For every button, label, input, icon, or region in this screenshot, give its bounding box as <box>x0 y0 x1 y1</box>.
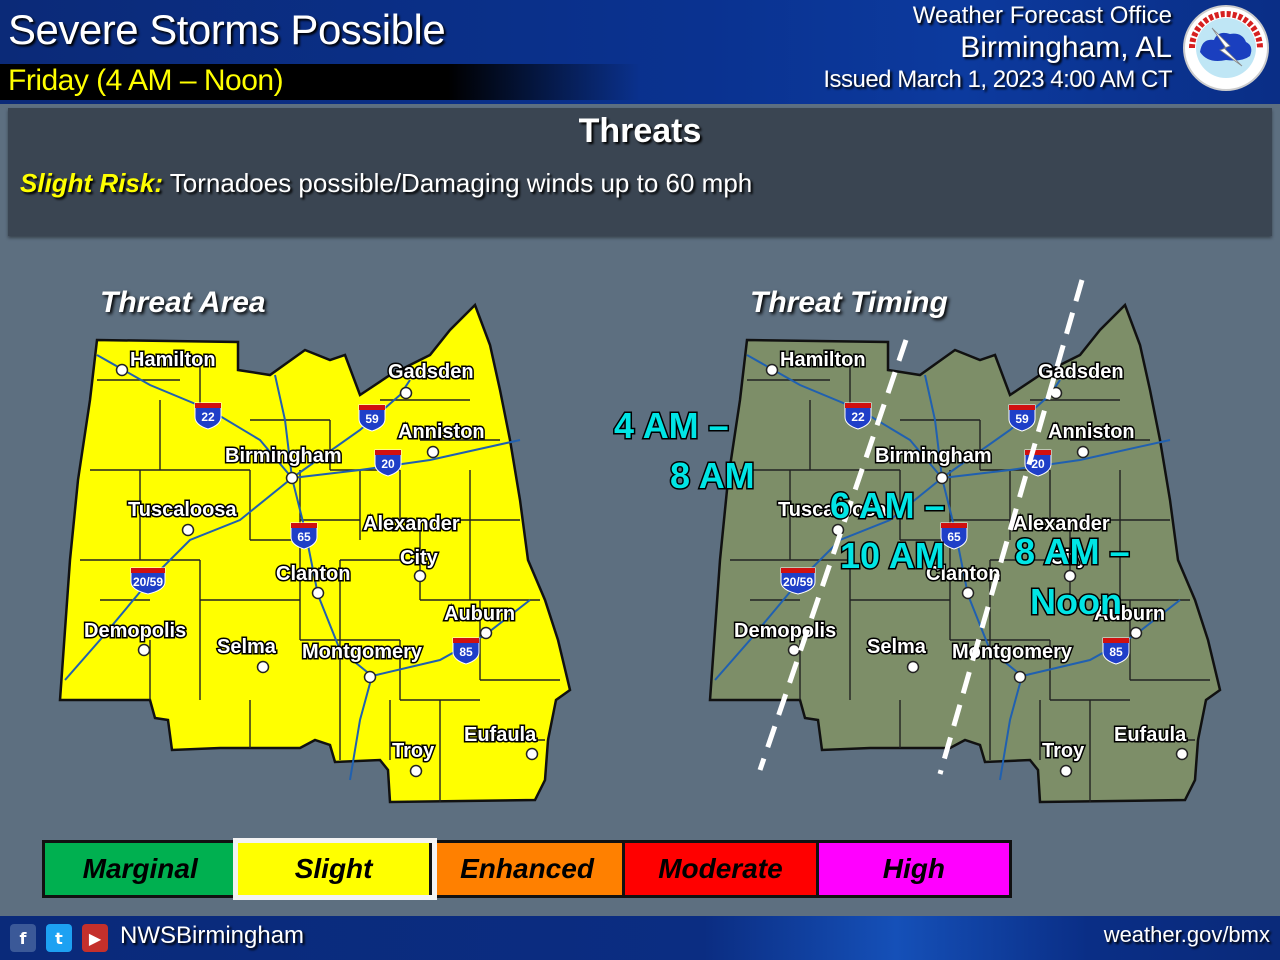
city-marker <box>1129 626 1143 640</box>
svg-text:85: 85 <box>459 645 473 659</box>
svg-text:59: 59 <box>365 412 379 426</box>
footer: f t ▶ NWSBirmingham weather.gov/bmx <box>0 916 1280 960</box>
legend-item-marginal: Marginal <box>45 843 239 895</box>
city-label-troy: Troy <box>1042 740 1085 762</box>
interstate-shield-59: 59 <box>1008 404 1036 432</box>
city-label-city: City <box>400 547 439 569</box>
youtube-icon[interactable]: ▶ <box>82 924 108 952</box>
city-marker <box>426 445 440 459</box>
legend-item-high: High <box>818 843 1010 895</box>
city-marker <box>525 747 539 761</box>
svg-text:65: 65 <box>947 530 961 544</box>
city-marker <box>479 626 493 640</box>
city-label-alexander: Alexander <box>363 513 460 535</box>
interstate-shield-59: 59 <box>358 404 386 432</box>
city-label-hamilton: Hamilton <box>780 349 866 371</box>
interstate-shield-22: 22 <box>194 402 222 430</box>
website-link[interactable]: weather.gov/bmx <box>1104 922 1270 948</box>
city-marker <box>409 764 423 778</box>
city-marker <box>906 660 920 674</box>
city-label-eufaula: Eufaula <box>464 724 537 746</box>
interstate-shield-22: 22 <box>844 402 872 430</box>
svg-text:20: 20 <box>381 457 395 471</box>
city-marker <box>285 471 299 485</box>
city-marker <box>961 586 975 600</box>
timing-window-3-end: Noon <box>1030 581 1122 622</box>
city-label-auburn: Auburn <box>444 603 515 625</box>
legend-item-enhanced: Enhanced <box>431 843 626 895</box>
city-marker <box>181 523 195 537</box>
svg-text:22: 22 <box>201 410 215 424</box>
city-label-birmingham: Birmingham <box>875 445 992 467</box>
city-label-selma: Selma <box>217 636 277 658</box>
interstate-shield-85: 85 <box>452 637 480 665</box>
city-marker <box>256 660 270 674</box>
facebook-icon[interactable]: f <box>10 924 36 952</box>
threat-area-map: 22 59 20 65 20/59 85 Hamilton Gadsden Anniston Bi… <box>58 302 572 804</box>
svg-text:20/59: 20/59 <box>133 575 163 589</box>
city-marker <box>765 363 779 377</box>
interstate-shield-65: 65 <box>290 522 318 550</box>
interstate-shield-85: 85 <box>1102 637 1130 665</box>
svg-text:85: 85 <box>1109 645 1123 659</box>
city-label-clanton: Clanton <box>276 563 350 585</box>
city-label-troy: Troy <box>392 740 435 762</box>
city-marker <box>399 386 413 400</box>
interstate-shield-20: 20 <box>374 449 402 477</box>
timing-window-1-end: 8 AM <box>670 455 755 496</box>
threat-timing-map: 22 59206520/5985HamiltonGadsdenAnnistonBi… <box>613 279 1222 804</box>
interstate-shield-65: 65 <box>940 522 968 550</box>
svg-text:65: 65 <box>297 530 311 544</box>
city-label-gadsden: Gadsden <box>388 361 474 383</box>
risk-legend: Marginal Slight Enhanced Moderate High <box>42 838 1012 900</box>
timing-window-2-end: 10 AM <box>840 535 945 576</box>
city-marker <box>413 569 427 583</box>
city-marker <box>363 670 377 684</box>
city-marker <box>115 363 129 377</box>
city-label-hamilton: Hamilton <box>130 349 216 371</box>
city-marker <box>1063 569 1077 583</box>
city-label-demopolis: Demopolis <box>734 620 836 642</box>
svg-text:22: 22 <box>851 410 865 424</box>
city-marker <box>311 586 325 600</box>
timing-window-3-start: 8 AM – <box>1015 531 1130 572</box>
city-label-tuscaloosa: Tuscaloosa <box>128 499 237 521</box>
timing-window-2-start: 6 AM – <box>830 485 945 526</box>
city-label-selma: Selma <box>867 636 927 658</box>
city-label-montgomery: Montgomery <box>302 641 423 663</box>
city-label-anniston: Anniston <box>398 421 485 443</box>
twitter-icon[interactable]: t <box>46 924 72 952</box>
interstate-shield-20-59: 20/59 <box>130 567 166 595</box>
maps-canvas: 22 59 20 65 20/59 85 Hamilton Gadsden Anniston Bi… <box>58 279 1222 804</box>
svg-text:20/59: 20/59 <box>783 575 813 589</box>
city-marker <box>935 471 949 485</box>
city-label-anniston: Anniston <box>1048 421 1135 443</box>
city-label-eufaula: Eufaula <box>1114 724 1187 746</box>
city-marker <box>1076 445 1090 459</box>
city-marker <box>1013 670 1027 684</box>
svg-text:20: 20 <box>1031 457 1045 471</box>
legend-item-slight: Slight <box>233 838 437 900</box>
city-label-demopolis: Demopolis <box>84 620 186 642</box>
city-label-birmingham: Birmingham <box>225 445 342 467</box>
timing-window-1-start: 4 AM – <box>614 405 729 446</box>
interstate-shield-20-59: 20/59 <box>780 567 816 595</box>
city-marker <box>787 643 801 657</box>
city-marker <box>1175 747 1189 761</box>
city-label-montgomery: Montgomery <box>952 641 1073 663</box>
social-handle[interactable]: NWSBirmingham <box>120 922 304 950</box>
city-marker <box>1059 764 1073 778</box>
legend-item-moderate: Moderate <box>625 843 819 895</box>
city-marker <box>137 643 151 657</box>
svg-text:59: 59 <box>1015 412 1029 426</box>
